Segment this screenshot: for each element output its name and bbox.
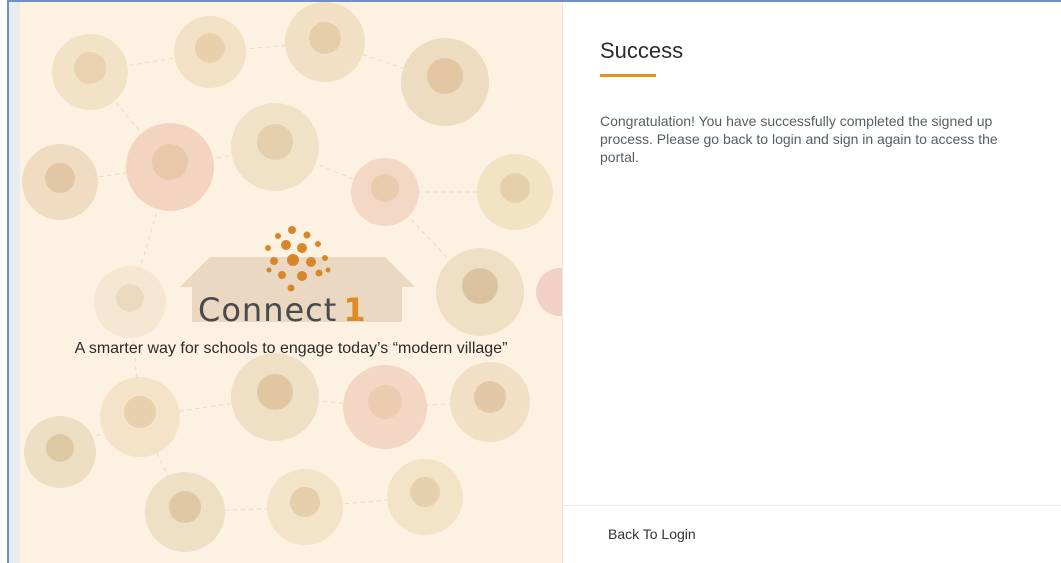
back-to-login-button[interactable]: Back To Login <box>608 526 696 542</box>
left-scroll-strip <box>9 2 20 563</box>
saints-background-illustration <box>22 2 562 552</box>
success-message: Congratulation! You have successfully co… <box>600 113 998 165</box>
brand-name: Connect <box>198 291 338 329</box>
app-window: Connect 1 A smarter way for schools to en… <box>7 0 1061 563</box>
brand-number: 1 <box>343 291 367 329</box>
panel-footer: Back To Login <box>563 505 1061 563</box>
success-panel: Success Congratulation! You have success… <box>562 2 1061 563</box>
title-underline <box>600 74 656 77</box>
page-title: Success <box>600 38 684 63</box>
hero-panel: Connect 1 A smarter way for schools to en… <box>20 2 562 563</box>
brand-logo-text: Connect 1 <box>198 291 418 329</box>
brand-tagline: A smarter way for schools to engage toda… <box>74 340 508 357</box>
